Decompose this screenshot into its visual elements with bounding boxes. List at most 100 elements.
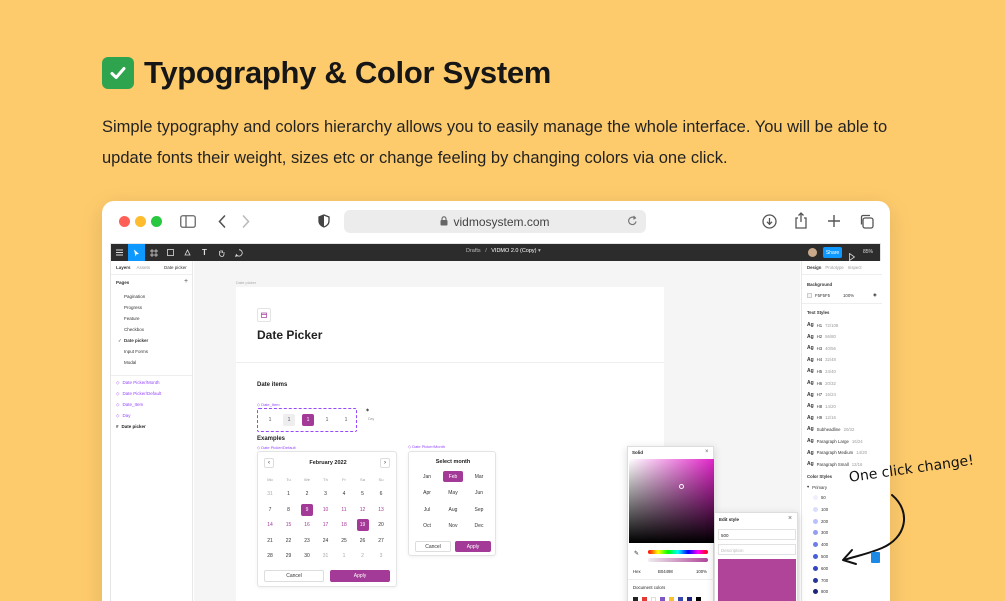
zoom-level[interactable]: 85% [863, 249, 873, 255]
layer-item[interactable]: ◇ Date_Item [116, 402, 143, 408]
date-picker-frame[interactable]: Date Picker Date items ◇ Date_Item 11111… [236, 287, 664, 601]
calendar-day[interactable]: 8 [283, 504, 295, 516]
page-item[interactable]: ✓ Date picker [118, 338, 148, 343]
tabs-overview-icon[interactable] [859, 214, 874, 231]
hand-tool-icon[interactable] [213, 244, 230, 261]
hex-value[interactable]: B04498 [658, 569, 673, 574]
background-swatch[interactable] [807, 292, 812, 298]
project-name[interactable]: Drafts [466, 248, 481, 254]
calendar-day[interactable]: 23 [301, 535, 313, 547]
color-style-item[interactable]: 600 [813, 565, 828, 571]
calendar-day[interactable]: 6 [375, 488, 387, 500]
calendar-day[interactable]: 21 [264, 535, 276, 547]
date-item[interactable]: 1 [321, 414, 333, 426]
download-icon[interactable] [762, 214, 777, 231]
calendar-day[interactable]: 31 [320, 550, 332, 562]
calendar-day[interactable]: 11 [338, 504, 350, 516]
color-style-item[interactable]: 700 [813, 577, 828, 583]
color-style-item[interactable]: 300 [813, 530, 828, 536]
tab-design[interactable]: Design [807, 265, 821, 270]
calendar-day[interactable]: 16 [301, 519, 313, 531]
doc-color-swatch[interactable] [660, 597, 665, 601]
back-arrow-icon[interactable] [218, 215, 226, 230]
calendar-default[interactable]: ‹ February 2022 › Mo Tu We Th Fr Sa Su 31 1 2 3 4 5 6… [257, 451, 397, 587]
color-style-item[interactable]: 200 [813, 518, 828, 524]
date-item[interactable]: 1 [283, 414, 295, 426]
background-hex[interactable]: F5F5F5 [815, 293, 830, 298]
file-name[interactable]: VIDMO 2.0 (Copy) [491, 248, 536, 254]
calendar-day[interactable]: 12 [357, 504, 369, 516]
page-item[interactable]: Modal [124, 360, 136, 365]
calendar-day[interactable]: 27 [375, 535, 387, 547]
color-handle[interactable] [679, 484, 684, 489]
text-style-item[interactable]: Ag Paragraph Large 16/24 [807, 438, 863, 444]
month-option[interactable]: Jul [417, 504, 437, 515]
text-style-item[interactable]: Ag Subheadline 20/32 [807, 426, 854, 432]
page-item[interactable]: Feature [124, 316, 140, 321]
page-item[interactable]: Input Forms [124, 349, 148, 354]
text-style-item[interactable]: Ag H7 16/24 [807, 392, 836, 398]
doc-color-swatch[interactable] [687, 597, 692, 601]
new-tab-icon[interactable] [827, 214, 841, 230]
color-style-item[interactable]: 500 [813, 554, 828, 559]
calendar-day[interactable]: 31 [264, 488, 276, 500]
calendar-day[interactable]: 2 [357, 550, 369, 562]
doc-color-swatch[interactable] [678, 597, 683, 601]
tab-assets[interactable]: Assets [137, 265, 151, 270]
doc-color-swatch[interactable] [633, 597, 638, 601]
selected-swatch-marker[interactable] [871, 552, 880, 563]
calendar-day[interactable]: 1 [338, 550, 350, 562]
style-color-preview[interactable] [718, 559, 796, 601]
add-page-icon[interactable]: + [184, 278, 188, 285]
pen-tool-icon[interactable] [179, 244, 196, 261]
text-style-item[interactable]: Ag H1 72/108 [807, 322, 838, 328]
text-style-item[interactable]: Ag Paragraph Medium 14/20 [807, 450, 867, 456]
style-description-input[interactable]: Description [718, 544, 796, 555]
doc-color-swatch[interactable] [669, 597, 674, 601]
color-style-item[interactable]: 400 [813, 542, 828, 548]
text-style-item[interactable]: Ag H8 14/20 [807, 403, 836, 409]
hex-label[interactable]: Hex [633, 569, 641, 574]
opacity-value[interactable]: 100% [696, 569, 707, 574]
text-style-item[interactable]: Ag H6 20/32 [807, 380, 836, 386]
close-icon[interactable]: × [705, 449, 709, 455]
calendar-day[interactable]: 3 [320, 488, 332, 500]
calendar-day[interactable]: 18 [338, 519, 350, 531]
hue-slider[interactable] [648, 550, 708, 554]
month-cancel-button[interactable]: Cancel [415, 541, 451, 552]
calendar-day[interactable]: 4 [338, 488, 350, 500]
page-item[interactable]: Checkbox [124, 327, 144, 332]
calendar-day[interactable]: 30 [301, 550, 313, 562]
tab-current-page[interactable]: Date picker [164, 265, 187, 270]
frame-label[interactable]: Date picker [236, 280, 256, 285]
tab-prototype[interactable]: Prototype [825, 265, 843, 270]
forward-arrow-icon[interactable] [242, 215, 250, 230]
calendar-day[interactable]: 17 [320, 519, 332, 531]
text-style-item[interactable]: Ag H5 24/40 [807, 368, 836, 374]
maximize-window-button[interactable] [151, 216, 162, 227]
chevron-down-icon[interactable]: ▾ [538, 248, 541, 254]
calendar-day[interactable]: 20 [375, 519, 387, 531]
reload-icon[interactable] [627, 215, 638, 230]
layer-item[interactable]: ◇ Day [116, 413, 130, 419]
share-button[interactable]: Share [823, 247, 842, 258]
next-month-button[interactable]: › [380, 458, 390, 468]
eye-icon[interactable]: ◉ [873, 292, 877, 298]
calendar-day[interactable]: 3 [375, 550, 387, 562]
doc-color-swatch[interactable] [696, 597, 701, 601]
date-item[interactable]: 1 [264, 414, 276, 426]
calendar-day[interactable]: 7 [264, 504, 276, 516]
comment-tool-icon[interactable] [230, 244, 247, 261]
color-style-item[interactable]: 50 [813, 495, 826, 500]
color-picker-popover[interactable]: Solid × ✎ Hex B04498 100% Document color… [627, 446, 714, 601]
apply-button[interactable]: Apply [330, 570, 390, 582]
date-item[interactable]: 1 [340, 414, 352, 426]
calendar-day[interactable]: 26 [357, 535, 369, 547]
close-window-button[interactable] [119, 216, 130, 227]
calendar-day[interactable]: 25 [338, 535, 350, 547]
share-icon[interactable] [794, 212, 808, 231]
month-option[interactable]: Apr [417, 488, 437, 499]
calendar-day[interactable]: 5 [357, 488, 369, 500]
calendar-day[interactable]: 15 [283, 519, 295, 531]
shield-icon[interactable] [318, 214, 330, 230]
